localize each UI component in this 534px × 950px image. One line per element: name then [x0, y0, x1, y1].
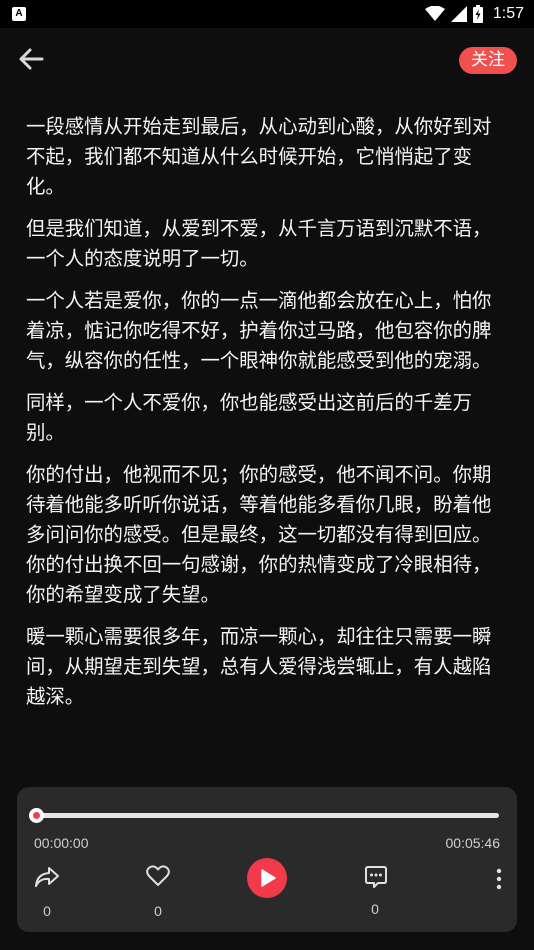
share-button[interactable]	[25, 865, 69, 889]
comment-icon	[365, 866, 387, 888]
comment-count: 0	[371, 901, 379, 917]
status-bar: A 1:57	[0, 0, 534, 28]
article-paragraph: 一段感情从开始走到最后，从心动到心酸，从你好到对不起，我们都不知道从什么时候开始…	[26, 115, 492, 198]
progress-bar[interactable]	[36, 813, 499, 818]
battery-icon	[472, 5, 483, 23]
progress-thumb[interactable]	[28, 808, 44, 823]
article-body: 一段感情从开始走到最后，从心动到心酸，从你好到对不起，我们都不知道从什么时候开始…	[26, 112, 504, 772]
signal-icon	[450, 6, 467, 22]
share-icon	[35, 867, 59, 887]
like-count: 0	[154, 903, 162, 919]
more-button[interactable]	[489, 867, 509, 893]
share-count: 0	[43, 903, 51, 919]
status-icons: 1:57	[424, 0, 524, 28]
article-paragraph: 暖一颗心需要很多年，而凉一颗心，却往往只需要一瞬间，从期望走到失望，总有人爱得浅…	[26, 625, 492, 708]
app-notification-icon: A	[12, 7, 26, 21]
follow-button[interactable]: 关注	[459, 47, 517, 74]
back-button[interactable]	[16, 44, 52, 78]
more-vertical-icon	[496, 868, 502, 890]
article-paragraph: 一个人若是爱你，你的一点一滴他都会放在心上，怕你着凉，惦记你吃得不好，护着你过马…	[26, 289, 492, 372]
comment-button[interactable]	[354, 865, 398, 889]
play-button[interactable]	[247, 858, 287, 898]
back-arrow-icon	[19, 48, 44, 70]
article-paragraph: 但是我们知道，从爱到不爱，从千言万语到沉默不语，一个人的态度说明了一切。	[26, 217, 492, 270]
audio-player: 00:00:00 00:05:46 0 0 0	[17, 787, 517, 932]
heart-icon	[146, 865, 170, 886]
article-paragraph: 同样，一个人不爱你，你也能感受出这前后的千差万别。	[26, 391, 472, 444]
current-time: 00:00:00	[34, 835, 89, 851]
wifi-icon	[424, 6, 445, 21]
status-time: 1:57	[492, 5, 524, 22]
like-button[interactable]	[136, 865, 180, 887]
top-bar: 关注	[0, 28, 534, 92]
play-icon	[261, 869, 276, 887]
total-time: 00:05:46	[445, 835, 501, 851]
article-paragraph: 你的付出，他视而不见；你的感受，他不闻不问。你期待着他能多听听你说话，等着他能多…	[26, 463, 492, 606]
